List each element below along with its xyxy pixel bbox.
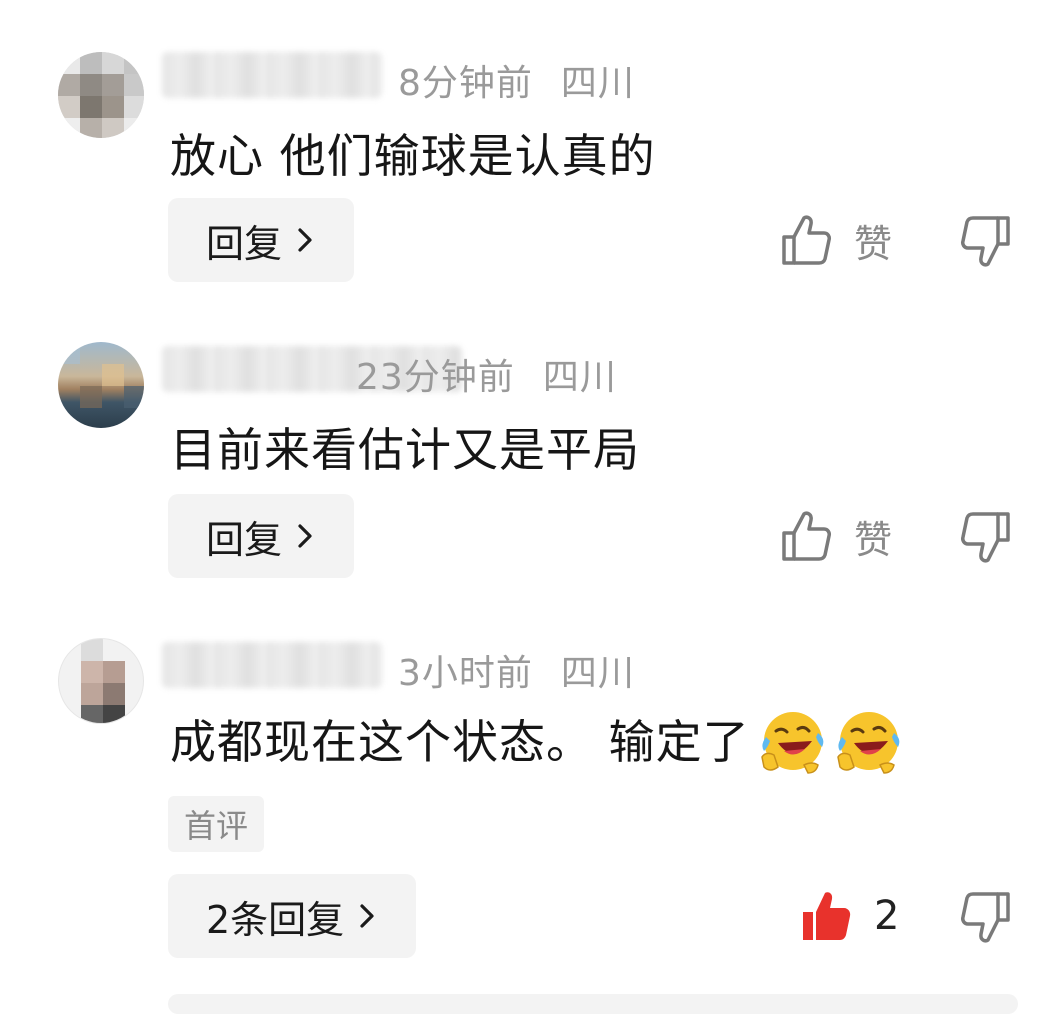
- like-button[interactable]: 赞: [780, 506, 892, 566]
- avatar[interactable]: [58, 342, 144, 428]
- comment-meta: 23分钟前 四川: [356, 348, 617, 400]
- comment-location: 四川: [560, 653, 635, 694]
- username[interactable]: [162, 52, 382, 98]
- reply-button-label: 回复: [206, 221, 283, 266]
- like-label: 赞: [854, 221, 893, 266]
- first-comment-badge: 首评: [168, 796, 265, 852]
- comment-time: 23分钟前: [356, 357, 515, 398]
- comment-meta: 3小时前 四川: [398, 644, 635, 696]
- thumbs-up-icon: [782, 511, 831, 561]
- reply-button-label: 2条回复: [206, 897, 345, 942]
- like-label: 赞: [854, 517, 893, 562]
- thumbs-down-icon[interactable]: [960, 890, 1012, 946]
- comment-location: 四川: [542, 357, 617, 398]
- rofl-emoji: [836, 711, 899, 774]
- avatar[interactable]: [58, 52, 144, 138]
- rofl-emoji: [760, 711, 823, 774]
- next-comment-preview: [168, 994, 1018, 1014]
- comment-text: 放心 他们输球是认真的: [170, 129, 656, 183]
- comment-text: 目前来看估计又是平局: [170, 423, 640, 477]
- thumbs-up-icon: [782, 215, 831, 265]
- comment-text: 成都现在这个状态。 输定了: [170, 706, 902, 781]
- username[interactable]: [162, 642, 382, 688]
- reply-button-label: 回复: [206, 517, 283, 562]
- avatar[interactable]: [58, 638, 144, 724]
- like-button[interactable]: 2: [800, 886, 899, 946]
- like-count: 2: [874, 893, 900, 939]
- thumbs-up-icon: [803, 892, 851, 940]
- comment-meta: 8分钟前 四川: [398, 54, 635, 106]
- replies-button[interactable]: 2条回复: [168, 874, 417, 958]
- chevron-right-icon: [298, 228, 312, 252]
- comment-time: 8分钟前: [398, 63, 533, 104]
- thumbs-down-icon[interactable]: [960, 510, 1012, 566]
- thumbs-down-icon[interactable]: [960, 214, 1012, 270]
- comment-location: 四川: [560, 63, 635, 104]
- chevron-right-icon: [298, 524, 312, 548]
- reply-button[interactable]: 回复: [168, 494, 355, 578]
- like-button[interactable]: 赞: [780, 210, 892, 270]
- comment-text-body: 成都现在这个状态。 输定了: [170, 715, 750, 769]
- chevron-right-icon: [360, 904, 374, 928]
- reply-button[interactable]: 回复: [168, 198, 355, 282]
- comment-time: 3小时前: [398, 653, 533, 694]
